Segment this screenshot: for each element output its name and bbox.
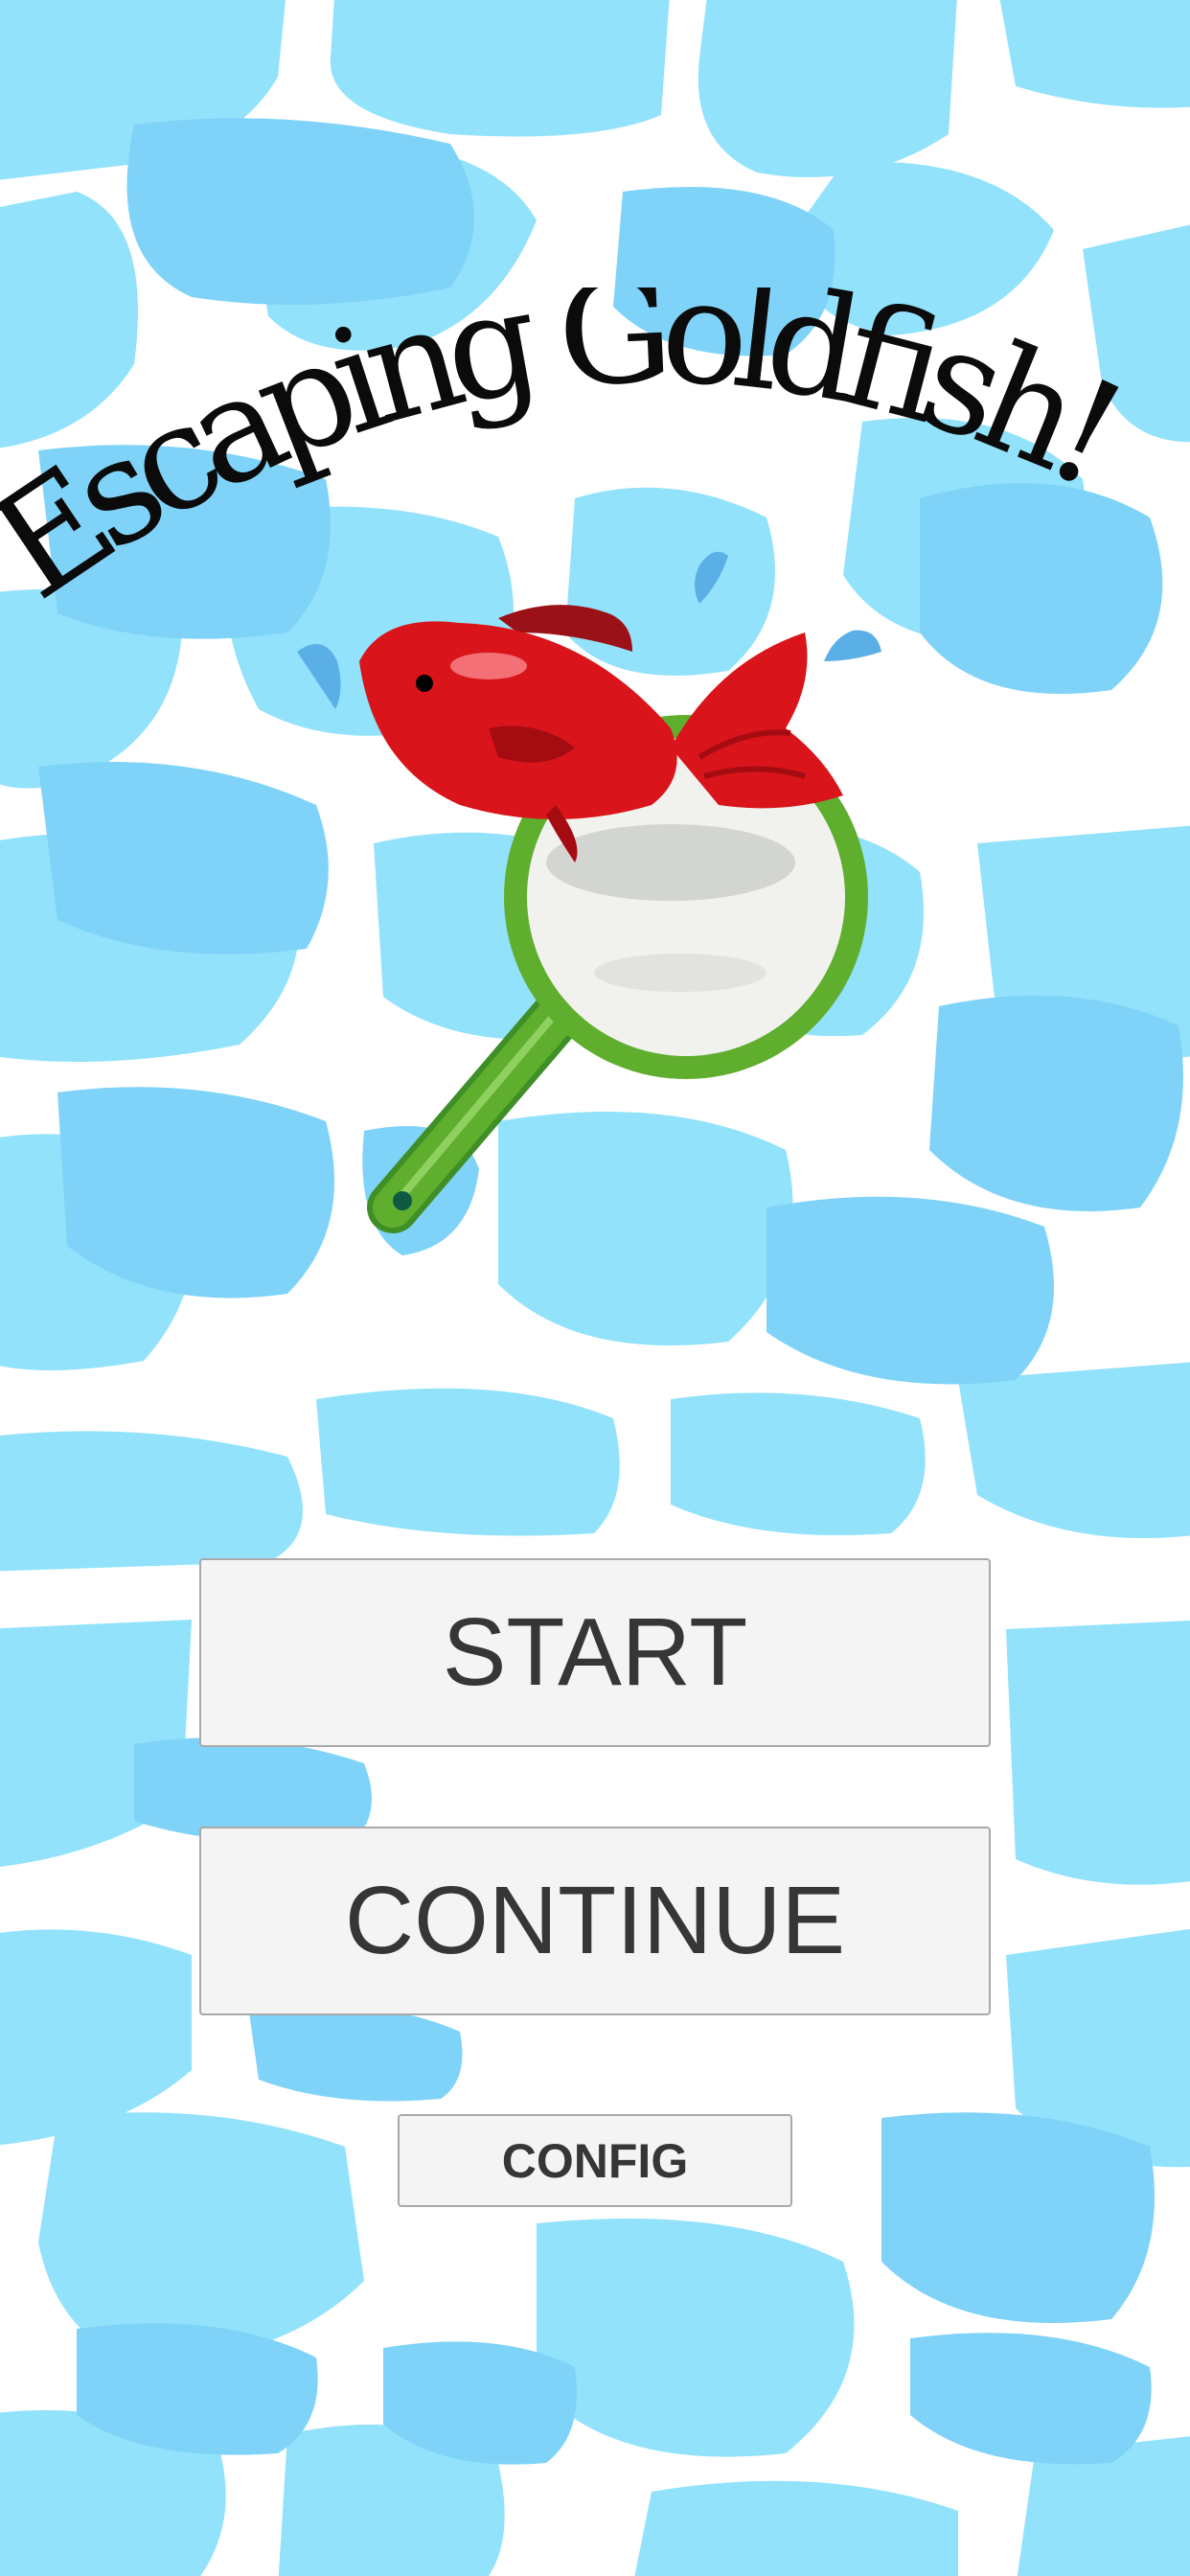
- goldfish-scoop-net-illustration: [297, 551, 881, 1233]
- start-button[interactable]: START: [199, 1558, 991, 1747]
- config-button[interactable]: CONFIG: [398, 2114, 792, 2207]
- continue-button[interactable]: CONTINUE: [199, 1827, 991, 2015]
- title-screen: Escaping Goldfish!: [0, 0, 1190, 2576]
